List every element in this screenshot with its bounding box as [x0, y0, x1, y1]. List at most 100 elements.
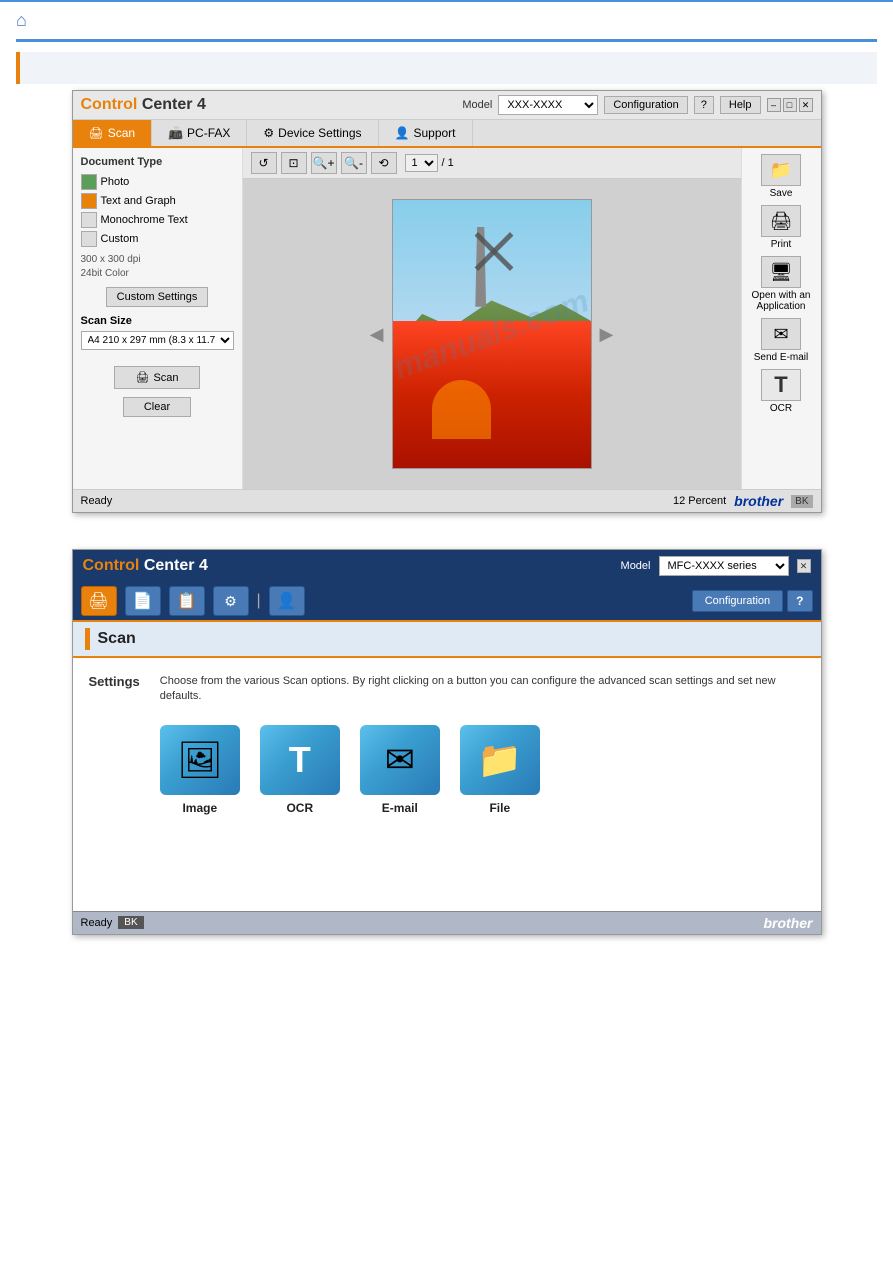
status-bar-home: Ready BK brother	[73, 911, 821, 934]
cc4-window-advanced: Control Center 4 Model XXX-XXXX Configur…	[72, 90, 822, 513]
tulip-red	[393, 321, 591, 468]
nav-separator: |	[257, 592, 261, 610]
file-label: File	[489, 801, 510, 815]
model-label: Model	[462, 99, 492, 111]
crop-button[interactable]: ⊡	[281, 152, 307, 174]
status-percent: 12 Percent	[673, 495, 726, 507]
nav-user-icon[interactable]: 👤	[269, 586, 305, 616]
bk-status2: BK	[118, 916, 143, 929]
save-action[interactable]: 📁 Save	[748, 154, 815, 199]
top-divider	[16, 39, 877, 42]
image-scan-button[interactable]: 🖼 Image	[160, 725, 240, 815]
ocr-label: OCR	[770, 403, 792, 414]
section-bar	[20, 52, 877, 84]
windmill	[472, 227, 490, 307]
left-panel: Document Type Photo Text and Graph Monoc…	[73, 148, 243, 489]
scan-btn-wrapper: 🖨 Scan	[81, 358, 234, 393]
model-label2: Model	[621, 560, 651, 572]
doc-type-title: Document Type	[81, 156, 234, 168]
maximize-button[interactable]: □	[783, 98, 797, 112]
bk-status: BK	[791, 495, 812, 508]
email-icon: ✉	[761, 318, 801, 350]
help-button[interactable]: Help	[720, 96, 761, 114]
help-q-button2[interactable]: ?	[787, 590, 812, 612]
tab-scan[interactable]: 🖨 Scan	[73, 120, 153, 146]
radio-custom[interactable]: Custom	[81, 231, 234, 247]
device-settings-tab-icon: ⚙	[263, 126, 274, 140]
windmill-blades	[474, 229, 524, 279]
title-control: Control	[81, 96, 138, 113]
rotate-left-button[interactable]: ↺	[251, 152, 277, 174]
ocr-action[interactable]: T OCR	[748, 369, 815, 414]
print-action[interactable]: 🖨 Print	[748, 205, 815, 250]
dpi-info: 300 x 300 dpi 24bit Color	[81, 253, 234, 281]
radio-mono-text[interactable]: Monochrome Text	[81, 212, 234, 228]
tab-bar: 🖨 Scan 📠 PC-FAX ⚙ Device Settings 👤 Supp…	[73, 120, 821, 148]
email-scan-button[interactable]: ✉ E-mail	[360, 725, 440, 815]
page-navigation: 1 / 1	[405, 154, 454, 172]
model-select[interactable]: XXX-XXXX	[498, 95, 598, 115]
ocr-scan-button[interactable]: T OCR	[260, 725, 340, 815]
zoom-in-button[interactable]: 🔍+	[311, 152, 337, 174]
nav-doc-icon[interactable]: 📄	[125, 586, 161, 616]
model-select2[interactable]: MFC-XXXX series	[659, 556, 789, 576]
spacer	[16, 533, 877, 549]
section-marker	[16, 52, 877, 84]
open-app-action[interactable]: 🖥 Open with an Application	[748, 256, 815, 312]
description-and-icons: Choose from the various Scan options. By…	[160, 674, 805, 815]
nav-right-buttons: Configuration ?	[692, 590, 813, 612]
mono-text-label: Monochrome Text	[101, 214, 188, 226]
content-spacer	[73, 831, 821, 911]
custom-label: Custom	[101, 233, 139, 245]
image-label: Image	[182, 801, 217, 815]
titlebar-home: Control Center 4 Model MFC-XXXX series ✕	[73, 550, 821, 582]
window-controls: – □ ✕	[767, 98, 813, 112]
save-label: Save	[770, 188, 793, 199]
tulip-orange	[432, 380, 491, 439]
fit-button[interactable]: ⟲	[371, 152, 397, 174]
scan-size-select[interactable]: A4 210 x 297 mm (8.3 x 11.7...	[81, 331, 234, 350]
scan-btn-icon: 🖨	[135, 371, 149, 384]
preview-panel: ↺ ⊡ 🔍+ 🔍- ⟲ 1 / 1 ◀	[243, 148, 741, 489]
minimize-button[interactable]: –	[767, 98, 781, 112]
next-page-arrow[interactable]: ▶	[592, 324, 622, 345]
ocr-icon: T	[761, 369, 801, 401]
save-icon: 📁	[761, 154, 801, 186]
help-q-button[interactable]: ?	[694, 96, 714, 114]
tab-support[interactable]: 👤 Support	[379, 120, 473, 146]
description-text: Choose from the various Scan options. By…	[160, 674, 805, 705]
custom-icon	[81, 231, 97, 247]
send-email-action[interactable]: ✉ Send E-mail	[748, 318, 815, 363]
clear-button[interactable]: Clear	[123, 397, 191, 417]
email-label2: E-mail	[382, 801, 418, 815]
settings-label: Settings	[89, 674, 140, 689]
close-button[interactable]: ✕	[799, 98, 813, 112]
settings-label-container: Settings	[89, 674, 140, 815]
title-rest: Center 4	[137, 96, 205, 113]
scan-tab-label: Scan	[108, 126, 135, 140]
config-button[interactable]: Configuration	[604, 96, 687, 114]
config-button2[interactable]: Configuration	[692, 590, 783, 612]
status-ready2: Ready	[81, 917, 113, 929]
tab-device-settings[interactable]: ⚙ Device Settings	[247, 120, 378, 146]
scan-tab-icon: 🖨	[89, 126, 104, 140]
custom-settings-button[interactable]: Custom Settings	[106, 287, 209, 307]
nav-copy-icon[interactable]: 📋	[169, 586, 205, 616]
scan-button[interactable]: 🖨 Scan	[114, 366, 199, 389]
close-button2[interactable]: ✕	[797, 559, 811, 573]
zoom-out-button[interactable]: 🔍-	[341, 152, 367, 174]
nav-scan-icon[interactable]: 🖨	[81, 586, 117, 616]
nav-settings-icon[interactable]: ⚙	[213, 586, 249, 616]
preview-image: manuals.com	[392, 199, 592, 469]
right-panel: 📁 Save 🖨 Print 🖥 Open with an Applicatio…	[741, 148, 821, 489]
brother-logo2: brother	[764, 915, 813, 931]
tab-pcfax[interactable]: 📠 PC-FAX	[152, 120, 247, 146]
scan-orange-accent	[85, 628, 90, 650]
page-select[interactable]: 1	[405, 154, 438, 172]
prev-page-arrow[interactable]: ◀	[362, 324, 392, 345]
home-icon[interactable]: ⌂	[16, 10, 27, 31]
radio-text-graph[interactable]: Text and Graph	[81, 193, 234, 209]
radio-photo[interactable]: Photo	[81, 174, 234, 190]
file-scan-button[interactable]: 📁 File	[460, 725, 540, 815]
scan-section-title: Scan	[98, 630, 136, 648]
